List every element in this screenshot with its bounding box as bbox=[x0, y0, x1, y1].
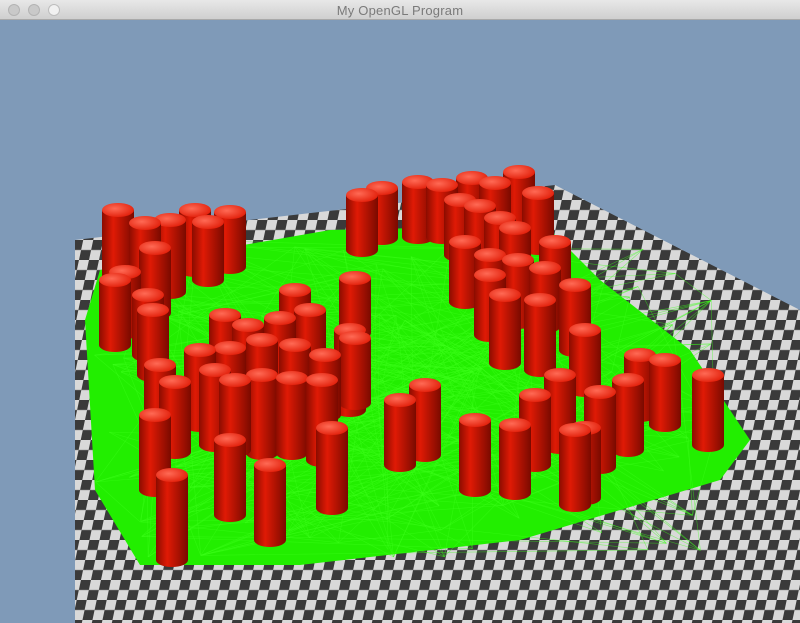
cylinder-top bbox=[569, 323, 601, 337]
cylinder-top bbox=[524, 293, 556, 307]
cylinder-top bbox=[499, 221, 531, 235]
cylinder-top bbox=[474, 248, 506, 262]
cylinder-body bbox=[524, 300, 556, 377]
window-title: My OpenGL Program bbox=[336, 3, 464, 18]
cylinder-top bbox=[156, 468, 188, 482]
cylinder-body bbox=[384, 400, 416, 472]
cylinder-top bbox=[246, 333, 278, 347]
cylinder-top bbox=[102, 203, 134, 217]
cylinder-body bbox=[254, 465, 286, 547]
cylinder-body bbox=[649, 360, 681, 432]
obstacle-cylinder bbox=[459, 413, 491, 497]
obstacle-cylinder bbox=[276, 371, 308, 460]
cylinder-top bbox=[692, 368, 724, 382]
cylinder-top bbox=[139, 241, 171, 255]
cylinder-body bbox=[499, 425, 531, 500]
cylinder-top bbox=[529, 261, 561, 275]
cylinder-top bbox=[139, 408, 171, 422]
cylinder-top bbox=[309, 348, 341, 362]
title-bar[interactable]: My OpenGL Program bbox=[0, 0, 800, 20]
cylinder-body bbox=[192, 222, 224, 287]
cylinder-body bbox=[459, 420, 491, 497]
obstacle-cylinder bbox=[99, 273, 131, 352]
cylinder-body bbox=[276, 378, 308, 460]
cylinder-top bbox=[539, 235, 571, 249]
cylinder-top bbox=[502, 253, 534, 267]
obstacle-cylinder bbox=[489, 288, 521, 370]
opengl-viewport[interactable] bbox=[0, 20, 800, 623]
cylinder-top bbox=[129, 216, 161, 230]
cylinder-top bbox=[219, 373, 251, 387]
cylinder-top bbox=[499, 418, 531, 432]
cylinder-top bbox=[346, 188, 378, 202]
cylinder-top bbox=[339, 331, 371, 345]
obstacle-cylinder bbox=[254, 458, 286, 547]
cylinder-top bbox=[294, 303, 326, 317]
obstacle-cylinder bbox=[346, 188, 378, 257]
cylinder-top bbox=[559, 278, 591, 292]
cylinder-top bbox=[503, 165, 535, 179]
cylinder-top bbox=[474, 268, 506, 282]
cylinder-top bbox=[489, 288, 521, 302]
cylinder-top bbox=[409, 378, 441, 392]
cylinder-top bbox=[649, 353, 681, 367]
cylinder-top bbox=[279, 283, 311, 297]
cylinder-top bbox=[192, 215, 224, 229]
cylinder-top bbox=[99, 273, 131, 287]
cylinder-body bbox=[156, 475, 188, 567]
cylinder-top bbox=[584, 385, 616, 399]
cylinder-top bbox=[612, 373, 644, 387]
obstacle-cylinder bbox=[156, 468, 188, 567]
cylinder-top bbox=[426, 178, 458, 192]
cylinder-top bbox=[132, 288, 164, 302]
cylinder-top bbox=[209, 308, 241, 322]
obstacle-cylinder bbox=[214, 433, 246, 522]
scene-canvas[interactable] bbox=[0, 20, 800, 623]
cylinder-top bbox=[519, 388, 551, 402]
cylinder-top bbox=[279, 338, 311, 352]
cylinder-body bbox=[559, 430, 591, 512]
obstacle-cylinder bbox=[559, 423, 591, 512]
cylinder-body bbox=[692, 375, 724, 452]
cylinder-top bbox=[254, 458, 286, 472]
cylinder-top bbox=[264, 311, 296, 325]
cylinder-top bbox=[464, 199, 496, 213]
cylinder-top bbox=[137, 303, 169, 317]
cylinder-top bbox=[179, 203, 211, 217]
cylinder-body bbox=[316, 428, 348, 515]
cylinder-body bbox=[346, 195, 378, 257]
cylinder-top bbox=[459, 413, 491, 427]
obstacle-cylinder bbox=[316, 421, 348, 515]
cylinder-top bbox=[544, 368, 576, 382]
cylinder-body bbox=[214, 440, 246, 522]
cylinder-top bbox=[339, 271, 371, 285]
cylinder-top bbox=[144, 358, 176, 372]
cylinder-top bbox=[479, 176, 511, 190]
cylinder-top bbox=[522, 186, 554, 200]
cylinder-top bbox=[184, 343, 216, 357]
cylinder-top bbox=[306, 373, 338, 387]
obstacle-cylinder bbox=[649, 353, 681, 432]
cylinder-top bbox=[384, 393, 416, 407]
cylinder-top bbox=[316, 421, 348, 435]
obstacle-cylinder bbox=[499, 418, 531, 500]
cylinder-top bbox=[214, 433, 246, 447]
obstacle-cylinder bbox=[192, 215, 224, 287]
cylinder-top bbox=[559, 423, 591, 437]
cylinder-top bbox=[276, 371, 308, 385]
cylinder-top bbox=[159, 375, 191, 389]
app-window: My OpenGL Program bbox=[0, 0, 800, 623]
obstacle-cylinder bbox=[384, 393, 416, 472]
cylinder-top bbox=[214, 341, 246, 355]
obstacle-cylinder bbox=[524, 293, 556, 377]
obstacle-cylinder bbox=[339, 331, 371, 410]
cylinder-body bbox=[99, 280, 131, 352]
cylinder-body bbox=[489, 295, 521, 370]
cylinder-top bbox=[449, 235, 481, 249]
cylinder-body bbox=[612, 380, 644, 457]
cylinder-body bbox=[339, 338, 371, 410]
obstacle-cylinder bbox=[612, 373, 644, 457]
obstacle-cylinder bbox=[692, 368, 724, 452]
cylinder-top bbox=[232, 318, 264, 332]
